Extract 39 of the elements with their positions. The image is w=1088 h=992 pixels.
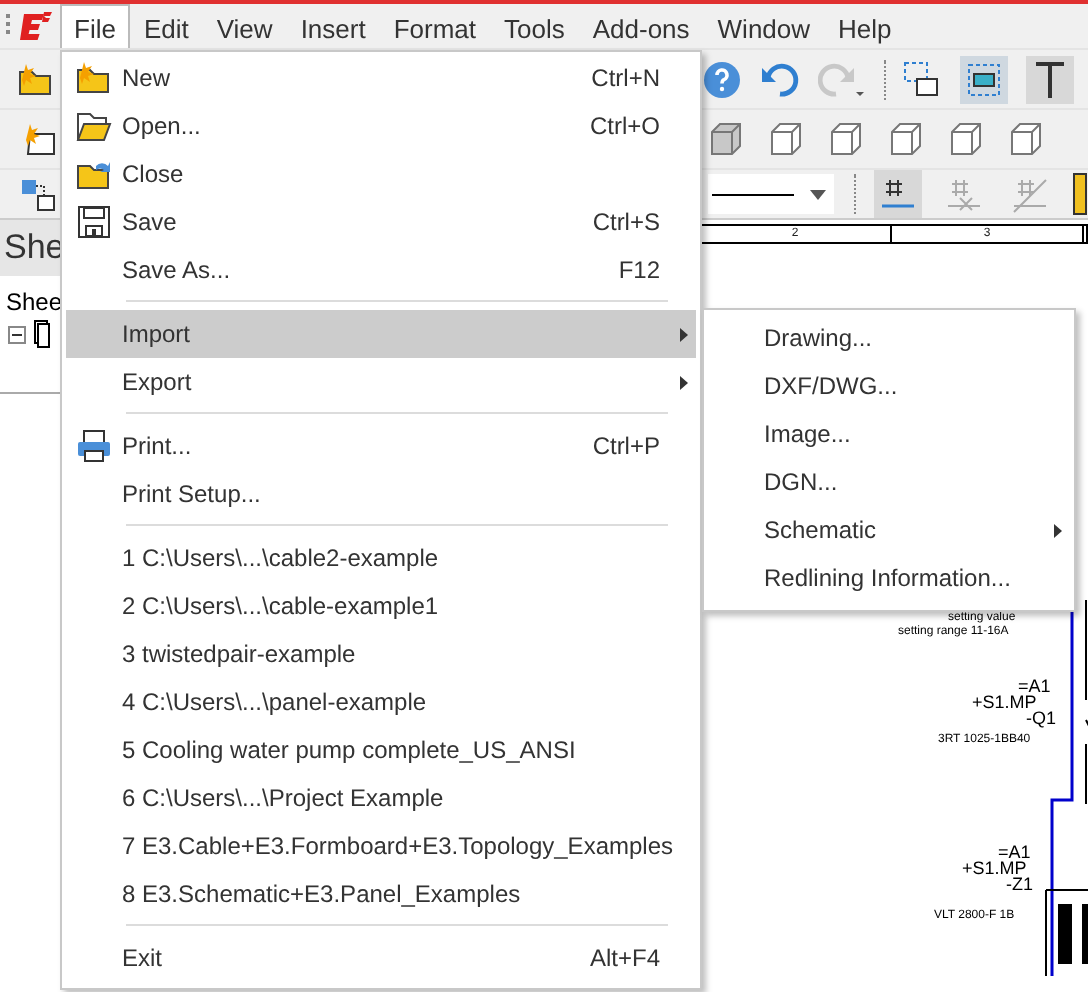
menu-item[interactable]: Insert [286,4,380,48]
menu-item[interactable]: File [60,4,130,48]
menu-item[interactable]: Tools [490,4,579,48]
menu-item[interactable]: Open... Ctrl+O [66,102,696,150]
menu-item[interactable]: Format [379,4,490,48]
menu-item[interactable]: DXF/DWG... [708,362,1070,410]
menu-item[interactable]: Export [66,358,696,406]
schematic-label: +S1.MP [972,694,1037,710]
schematic-label: =A1 [1018,678,1051,694]
menu-item[interactable]: 1 C:\Users\...\cable2-example [66,534,696,582]
menu-item[interactable]: 7 E3.Cable+E3.Formboard+E3.Topology_Examples [66,822,696,870]
menu-item[interactable]: Print Setup... [66,470,696,518]
menu-item[interactable]: View [202,4,287,48]
menu-item[interactable]: 4 C:\Users\...\panel-example [66,678,696,726]
menu-item[interactable]: Save Ctrl+S [66,198,696,246]
panel-tab[interactable]: Shee [6,288,60,316]
menu-item[interactable]: 2 C:\Users\...\cable-example1 [66,582,696,630]
menu-item[interactable]: DGN... [708,458,1070,506]
menu-item[interactable]: Redlining Information... [708,554,1070,602]
menu-item[interactable]: 8 E3.Schematic+E3.Panel_Examples [66,870,696,918]
menu-item[interactable]: Exit Alt+F4 [66,934,696,982]
menu-item[interactable]: Save As... F12 [66,246,696,294]
menu-item[interactable]: Add-ons [578,4,704,48]
menu-item[interactable]: 6 C:\Users\...\Project Example [66,774,696,822]
menu-item[interactable]: Close [66,150,696,198]
menu-item[interactable]: Image... [708,410,1070,458]
menu-item[interactable]: Help [824,4,906,48]
menu-item[interactable]: Import [66,310,696,358]
menu-item[interactable]: Drawing... [708,314,1070,362]
menu-item[interactable]: 3 twistedpair-example [66,630,696,678]
schematic-label: -Q1 [1026,710,1057,726]
schematic-label: +S1.MP [962,860,1027,876]
schematic-label: -Z1 [1006,876,1033,892]
menu-item[interactable]: Window [703,4,825,48]
menu-item[interactable]: 5 Cooling water pump complete_US_ANSI [66,726,696,774]
menu-item[interactable]: Schematic [708,506,1070,554]
schematic-label: =A1 [998,844,1031,860]
menu-item[interactable]: Edit [129,4,203,48]
menu-item[interactable]: Print... Ctrl+P [66,422,696,470]
